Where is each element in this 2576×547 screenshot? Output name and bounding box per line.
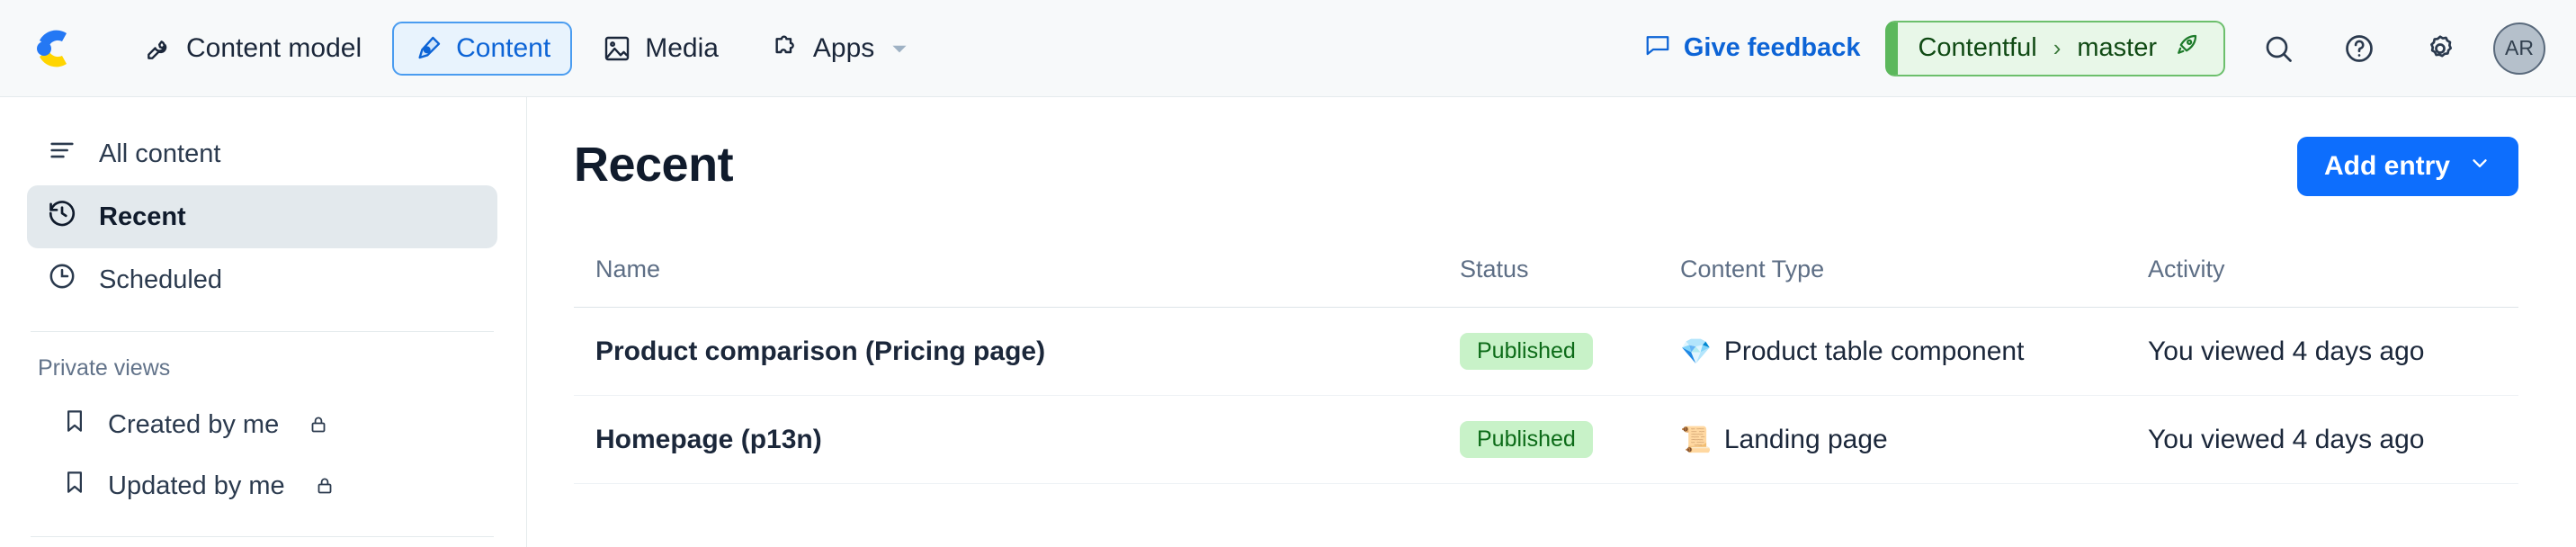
lock-icon (314, 475, 335, 497)
entry-activity: You viewed 4 days ago (2148, 307, 2518, 396)
add-entry-label: Add entry (2323, 151, 2450, 181)
sidebar-item-label: Recent (99, 202, 186, 231)
breadcrumb-separator: › (2053, 34, 2062, 61)
gear-icon[interactable] (2412, 21, 2468, 76)
nav-label: Content (456, 32, 551, 63)
list-lines-icon (47, 135, 77, 173)
nav-label: Content model (186, 32, 362, 63)
content-type-label: Product table component (1723, 336, 2025, 366)
top-navigation-bar: Content model Content Media Apps Give fe… (0, 0, 2576, 97)
feedback-icon (1644, 31, 1671, 66)
entry-name[interactable]: Homepage (p13n) (574, 395, 1460, 484)
entry-content-type-cell: 💎 Product table component (1680, 307, 2148, 396)
primary-nav: Content model Content Media Apps (122, 21, 933, 76)
column-header-name[interactable]: Name (574, 256, 1460, 308)
avatar[interactable]: AR (2493, 22, 2545, 75)
nav-item-content[interactable]: Content (392, 21, 573, 76)
chevron-down-icon (2468, 151, 2491, 182)
sidebar-item-all-content[interactable]: All content (27, 122, 497, 185)
entry-status-cell: Published (1460, 307, 1680, 396)
clock-icon (47, 261, 77, 299)
sidebar-item-label: Created by me (108, 409, 280, 439)
page-title: Recent (574, 138, 734, 192)
nav-label: Apps (812, 32, 875, 63)
bookmark-icon (61, 469, 88, 503)
table-row[interactable]: Product comparison (Pricing page) Publis… (574, 307, 2518, 396)
sidebar-item-label: Updated by me (108, 471, 285, 500)
sidebar-item-scheduled[interactable]: Scheduled (27, 248, 497, 311)
image-icon (603, 34, 631, 63)
sidebar: All content Recent Scheduled Private vie… (0, 97, 527, 547)
column-header-status[interactable]: Status (1460, 256, 1680, 308)
table-row[interactable]: Homepage (p13n) Published 📜 Landing page… (574, 395, 2518, 484)
sidebar-item-updated-by-me[interactable]: Updated by me (27, 455, 497, 516)
nav-label: Media (645, 32, 719, 63)
add-entry-button[interactable]: Add entry (2296, 137, 2518, 196)
chevron-down-icon (888, 37, 911, 60)
entry-status-cell: Published (1460, 395, 1680, 484)
bookmark-icon (61, 408, 88, 442)
entry-name[interactable]: Product comparison (Pricing page) (574, 307, 1460, 396)
nav-right-actions: Give feedback Contentful › master AR (1644, 20, 2545, 76)
main-content: Recent Add entry Name Status Content Typ… (527, 97, 2576, 547)
entries-table: Name Status Content Type Activity Produc… (574, 256, 2518, 484)
nav-item-media[interactable]: Media (581, 22, 740, 76)
column-header-content-type[interactable]: Content Type (1680, 256, 2148, 308)
wrench-icon (144, 34, 173, 63)
puzzle-piece-icon (771, 34, 800, 63)
column-header-activity[interactable]: Activity (2148, 256, 2518, 308)
main-header: Recent Add entry (574, 124, 2518, 196)
lock-icon (308, 414, 329, 435)
environment-selector[interactable]: Contentful › master (1885, 20, 2225, 76)
entry-activity: You viewed 4 days ago (2148, 395, 2518, 484)
sidebar-section-private-views: Private views (38, 355, 171, 381)
content-type-emoji-icon: 💎 (1680, 336, 1712, 365)
pen-nib-icon (414, 34, 443, 63)
nav-item-content-model[interactable]: Content model (122, 22, 383, 76)
search-icon[interactable] (2250, 21, 2306, 76)
rocket-icon (2173, 31, 2200, 66)
environment-name: master (2077, 33, 2157, 62)
sidebar-divider-bottom (31, 536, 494, 537)
page-body: All content Recent Scheduled Private vie… (0, 97, 2576, 547)
table-header-row: Name Status Content Type Activity (574, 256, 2518, 308)
sidebar-item-label: All content (99, 139, 221, 168)
nav-item-apps[interactable]: Apps (749, 22, 933, 76)
avatar-initials: AR (2505, 36, 2534, 59)
clock-rewind-icon (47, 198, 77, 236)
help-icon[interactable] (2331, 21, 2387, 76)
content-type-emoji-icon: 📜 (1680, 425, 1712, 453)
sidebar-item-created-by-me[interactable]: Created by me (27, 394, 497, 455)
space-name: Contentful (1918, 33, 2037, 62)
give-feedback-label: Give feedback (1683, 33, 1861, 62)
sidebar-item-recent[interactable]: Recent (27, 185, 497, 248)
entry-content-type-cell: 📜 Landing page (1680, 395, 2148, 484)
status-badge: Published (1460, 333, 1593, 370)
contentful-logo[interactable] (27, 22, 79, 75)
sidebar-item-label: Scheduled (99, 265, 223, 294)
status-badge: Published (1460, 421, 1593, 458)
give-feedback-button[interactable]: Give feedback (1644, 31, 1861, 66)
content-type-label: Landing page (1723, 424, 1888, 454)
